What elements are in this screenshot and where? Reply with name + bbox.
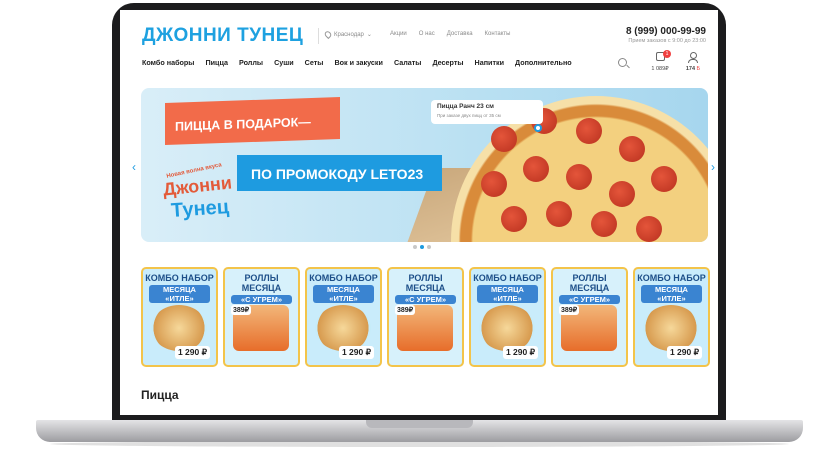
cart-sum: 1 089₽ [651, 66, 669, 72]
card-subtitle: МЕСЯЦА «ИТЛЕ» [313, 285, 374, 303]
card-title: КОМБО НАБОР [473, 273, 542, 283]
nav-item-rolls[interactable]: Роллы [239, 58, 263, 67]
card-title: КОМБО НАБОР [309, 273, 378, 283]
card-price: 389₽ [395, 305, 416, 315]
nav-item-salads[interactable]: Салаты [394, 58, 422, 67]
card-price: 1 290 ₽ [502, 346, 538, 359]
link-contacts[interactable]: Контакты [485, 31, 511, 37]
chevron-right-icon[interactable]: › [711, 160, 715, 174]
city-selector[interactable]: Краснодар ⌄ [323, 29, 372, 40]
link-delivery[interactable]: Доставка [447, 31, 473, 37]
screen: ДЖОННИ ТУНЕЦ Краснодар ⌄ Акции О нас Дос… [120, 10, 718, 415]
bonus-points: 174 Б [685, 66, 701, 72]
cart-button[interactable]: 1 1 089₽ [647, 50, 673, 72]
promo-card[interactable]: РОЛЛЫ МЕСЯЦА «С УГРЕМ» 389₽ [387, 267, 464, 367]
nav-item-desserts[interactable]: Десерты [432, 58, 463, 67]
card-price: 1 290 ₽ [174, 346, 210, 359]
hotspot-dot[interactable] [534, 124, 542, 132]
promo-line-1: ПИЦЦА В ПОДАРОК— [165, 96, 340, 146]
profile-button[interactable]: 174 Б [683, 52, 703, 72]
chevron-down-icon: ⌄ [366, 32, 372, 38]
nav-item-wok[interactable]: Вок и закуски [334, 58, 383, 67]
card-title: РОЛЛЫ МЕСЯЦА [241, 273, 282, 293]
main-nav: Комбо наборы Пицца Роллы Суши Сеты Вок и… [142, 58, 572, 67]
card-price: 389₽ [231, 305, 252, 315]
card-subtitle: МЕСЯЦА «ИТЛЕ» [477, 285, 538, 303]
product-tag-note: При заказе двух пицц от 35 см [437, 113, 501, 118]
card-image [643, 305, 699, 351]
nav-item-drinks[interactable]: Напитки [475, 58, 504, 67]
user-icon-body [688, 59, 698, 63]
card-price: 1 290 ₽ [338, 346, 374, 359]
promo-card[interactable]: КОМБО НАБОР МЕСЯЦА «ИТЛЕ» 1 290 ₽ [633, 267, 710, 367]
section-title: Пицца [141, 388, 179, 402]
nav-item-combo[interactable]: Комбо наборы [142, 58, 194, 67]
promo-card[interactable]: КОМБО НАБОР МЕСЯЦА «ИТЛЕ» 1 290 ₽ [469, 267, 546, 367]
cart-badge: 1 [663, 50, 671, 58]
card-subtitle: «С УГРЕМ» [231, 295, 292, 304]
chevron-left-icon[interactable]: ‹ [132, 160, 136, 174]
nav-item-pizza[interactable]: Пицца [205, 58, 228, 67]
product-tag-title: Пицца Ранч 23 см [437, 103, 494, 110]
search-icon[interactable] [618, 58, 627, 67]
carousel-dot[interactable] [413, 245, 417, 249]
carousel-dot-active[interactable] [420, 245, 424, 249]
working-hours: Прием заказов с 9:00 до 23:00 [628, 38, 706, 44]
promo-card[interactable]: РОЛЛЫ МЕСЯЦА «С УГРЕМ» 389₽ [551, 267, 628, 367]
card-subtitle: «С УГРЕМ» [559, 295, 620, 304]
carousel-dot[interactable] [427, 245, 431, 249]
promo-card[interactable]: КОМБО НАБОР МЕСЯЦА «ИТЛЕ» 1 290 ₽ [141, 267, 218, 367]
promo-card[interactable]: КОМБО НАБОР МЕСЯЦА «ИТЛЕ» 1 290 ₽ [305, 267, 382, 367]
link-promo[interactable]: Акции [390, 31, 407, 37]
nav-item-extra[interactable]: Дополнительно [515, 58, 572, 67]
promo-card[interactable]: РОЛЛЫ МЕСЯЦА «С УГРЕМ» 389₽ [223, 267, 300, 367]
laptop-notch [366, 420, 473, 428]
site-logo[interactable]: ДЖОННИ ТУНЕЦ [142, 25, 303, 47]
card-image [479, 305, 535, 351]
nav-item-sets[interactable]: Сеты [305, 58, 324, 67]
divider [318, 28, 319, 44]
city-label: Краснодар [334, 31, 364, 38]
promo-cards: КОМБО НАБОР МЕСЯЦА «ИТЛЕ» 1 290 ₽ РОЛЛЫ … [141, 267, 710, 367]
user-icon [689, 52, 697, 59]
brand-logo-bottom: Тунец [170, 196, 230, 223]
nav-item-sushi[interactable]: Суши [274, 58, 294, 67]
laptop-frame: ДЖОННИ ТУНЕЦ Краснодар ⌄ Акции О нас Дос… [0, 0, 839, 457]
card-title: КОМБО НАБОР [145, 273, 214, 283]
carousel-dots [413, 245, 431, 249]
card-title: КОМБО НАБОР [637, 273, 706, 283]
card-image [151, 305, 207, 351]
brand-logo-top: Джонни [162, 172, 233, 200]
promo-line-2: ПО ПРОМОКОДУ LETO23 [237, 155, 442, 191]
card-subtitle: «С УГРЕМ» [395, 295, 456, 304]
card-title: РОЛЛЫ МЕСЯЦА [569, 273, 610, 293]
card-image [315, 305, 371, 351]
card-price: 389₽ [559, 305, 580, 315]
phone-number[interactable]: 8 (999) 000-99-99 [626, 26, 706, 37]
card-title: РОЛЛЫ МЕСЯЦА [405, 273, 446, 293]
card-subtitle: МЕСЯЦА «ИТЛЕ» [641, 285, 702, 303]
link-about[interactable]: О нас [419, 31, 435, 37]
card-subtitle: МЕСЯЦА «ИТЛЕ» [149, 285, 210, 303]
card-price: 1 290 ₽ [666, 346, 702, 359]
top-links: Акции О нас Доставка Контакты [390, 31, 510, 37]
promo-banner[interactable]: ПИЦЦА В ПОДАРОК— ПО ПРОМОКОДУ LETO23 Нов… [141, 88, 708, 242]
product-tag: Пицца Ранч 23 см При заказе двух пицц от… [431, 100, 543, 124]
location-pin-icon [323, 29, 333, 40]
